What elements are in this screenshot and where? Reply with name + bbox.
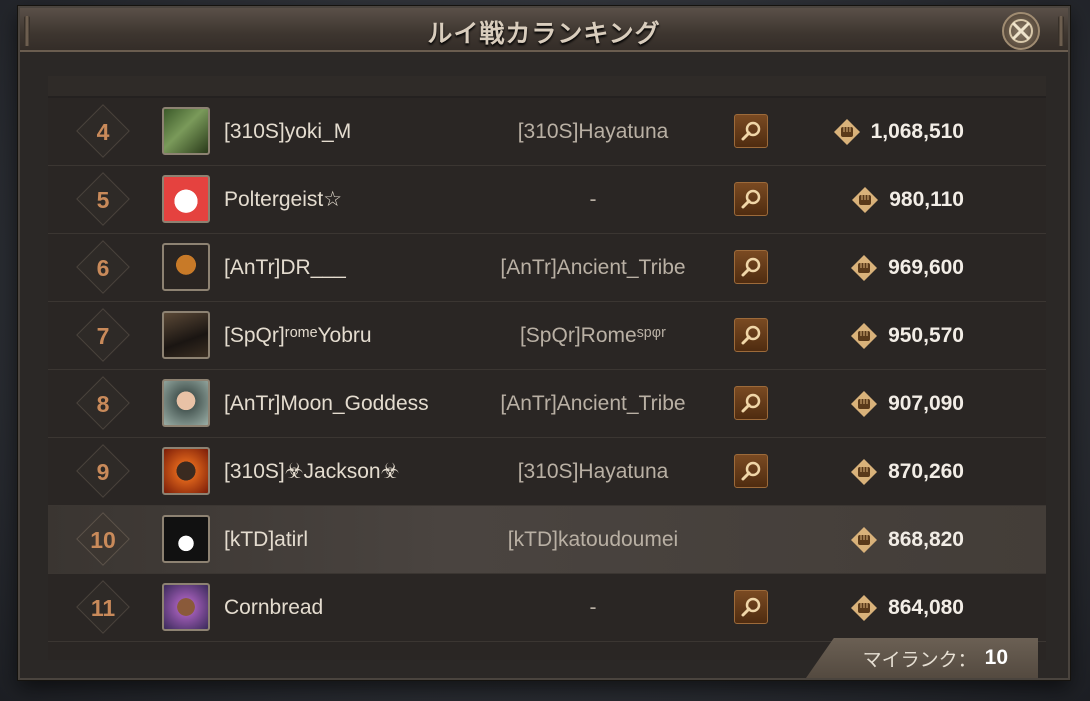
player-name: Poltergeist☆ [224, 188, 343, 211]
magnifier-icon [741, 121, 761, 141]
ranking-row[interactable]: 10 [kTD]atirl [kTD]katoudoumei 868,820 [48, 506, 1046, 574]
power-value: 1,068,510 [870, 120, 964, 143]
power-value: 864,080 [888, 596, 964, 619]
woman-avatar[interactable] [162, 379, 210, 427]
power-value: 870,260 [888, 460, 964, 483]
power-value: 907,090 [888, 392, 964, 415]
ghost-avatar[interactable] [162, 175, 210, 223]
alliance-name: [kTD]katoudoumei [507, 528, 679, 551]
fist-icon [851, 323, 878, 349]
ranking-row[interactable]: 8 [AnTr]Moon_Goddess [AnTr]Ancient_Tribe 90… [48, 370, 1046, 438]
fist-icon [851, 391, 878, 417]
ranking-panel: ルイ戦カランキング 4 [310S]yoki_M [310S]Hayatuna 1,0… [18, 6, 1070, 680]
player-name: [AnTr]DR___ [224, 256, 346, 279]
fist-icon [851, 459, 878, 485]
power-value: 950,570 [888, 324, 964, 347]
ranking-row[interactable]: 5 Poltergeist☆ - 980,110 [48, 166, 1046, 234]
view-profile-button[interactable] [734, 386, 768, 420]
ranking-row[interactable]: 4 [310S]yoki_M [310S]Hayatuna 1,068,510 [48, 98, 1046, 166]
rank-number: 9 [96, 459, 110, 485]
view-profile-button[interactable] [734, 250, 768, 284]
alliance-name: [310S]Hayatuna [517, 460, 669, 483]
view-profile-button[interactable] [734, 454, 768, 488]
magnifier-icon [741, 393, 761, 413]
rank-number: 5 [96, 187, 110, 213]
fist-icon [851, 595, 878, 621]
helmet-avatar[interactable] [162, 243, 210, 291]
magnifier-icon [741, 597, 761, 617]
ranking-row[interactable]: 6 [AnTr]DR___ [AnTr]Ancient_Tribe 969,600 [48, 234, 1046, 302]
penguin-avatar[interactable] [162, 515, 210, 563]
rank-number: 4 [96, 119, 110, 145]
player-name: [AnTr]Moon_Goddess [224, 392, 429, 415]
player-name: [kTD]atirl [224, 528, 308, 551]
fist-icon [833, 119, 860, 145]
ranking-row[interactable]: 7 [SpQr]ʳᵒᵐᵉYobru [SpQr]Romeˢᵖᵠʳ 950,570 [48, 302, 1046, 370]
bear-avatar[interactable] [162, 447, 210, 495]
rank-number: 8 [96, 391, 110, 417]
fist-icon [851, 255, 878, 281]
spartan-avatar[interactable] [162, 311, 210, 359]
man-avatar[interactable] [162, 583, 210, 631]
ranking-row[interactable]: 9 [310S]☣Jackson☣ [310S]Hayatuna 870,260 [48, 438, 1046, 506]
power-value: 969,600 [888, 256, 964, 279]
ranking-rows: 4 [310S]yoki_M [310S]Hayatuna 1,068,510 5 Pol… [48, 98, 1046, 660]
rank-number: 6 [96, 255, 110, 281]
fist-icon [851, 527, 878, 553]
magnifier-icon [741, 461, 761, 481]
alliance-name: - [589, 188, 597, 211]
player-name: [SpQr]ʳᵒᵐᵉYobru [224, 324, 372, 347]
window-title: ルイ戦カランキング [427, 20, 661, 48]
my-rank-value: 10 [984, 646, 1008, 669]
rank-number: 10 [90, 527, 116, 553]
ranking-row[interactable]: 11 Cornbread - 864,080 [48, 574, 1046, 642]
my-rank-label: マイランク： [862, 649, 977, 671]
close-x-icon [1009, 19, 1033, 43]
view-profile-button[interactable] [734, 590, 768, 624]
power-value: 868,820 [888, 528, 964, 551]
player-name: Cornbread [224, 596, 324, 619]
fist-icon [852, 187, 879, 213]
ranking-list[interactable]: 4 [310S]yoki_M [310S]Hayatuna 1,068,510 5 Pol… [48, 76, 1046, 660]
view-profile-button[interactable] [734, 114, 768, 148]
soldier-avatar[interactable] [162, 107, 210, 155]
magnifier-icon [741, 189, 761, 209]
magnifier-icon [741, 325, 761, 345]
player-name: [310S]yoki_M [224, 120, 352, 143]
player-name: [310S]☣Jackson☣ [224, 460, 400, 483]
alliance-name: [310S]Hayatuna [517, 120, 669, 143]
alliance-name: [AnTr]Ancient_Tribe [500, 256, 686, 279]
rank-number: 7 [96, 323, 110, 349]
list-header [48, 76, 1046, 96]
alliance-name: [SpQr]Romeˢᵖᵠʳ [519, 324, 667, 347]
title-bar: ルイ戦カランキング [20, 8, 1068, 52]
alliance-name: [AnTr]Ancient_Tribe [500, 392, 686, 415]
my-rank-bar: マイランク： 10 [806, 638, 1038, 678]
power-value: 980,110 [889, 188, 964, 211]
alliance-name: - [589, 596, 597, 619]
rank-number: 11 [90, 595, 116, 621]
magnifier-icon [741, 257, 761, 277]
view-profile-button[interactable] [734, 318, 768, 352]
view-profile-button[interactable] [734, 182, 768, 216]
close-button[interactable] [1002, 12, 1040, 50]
